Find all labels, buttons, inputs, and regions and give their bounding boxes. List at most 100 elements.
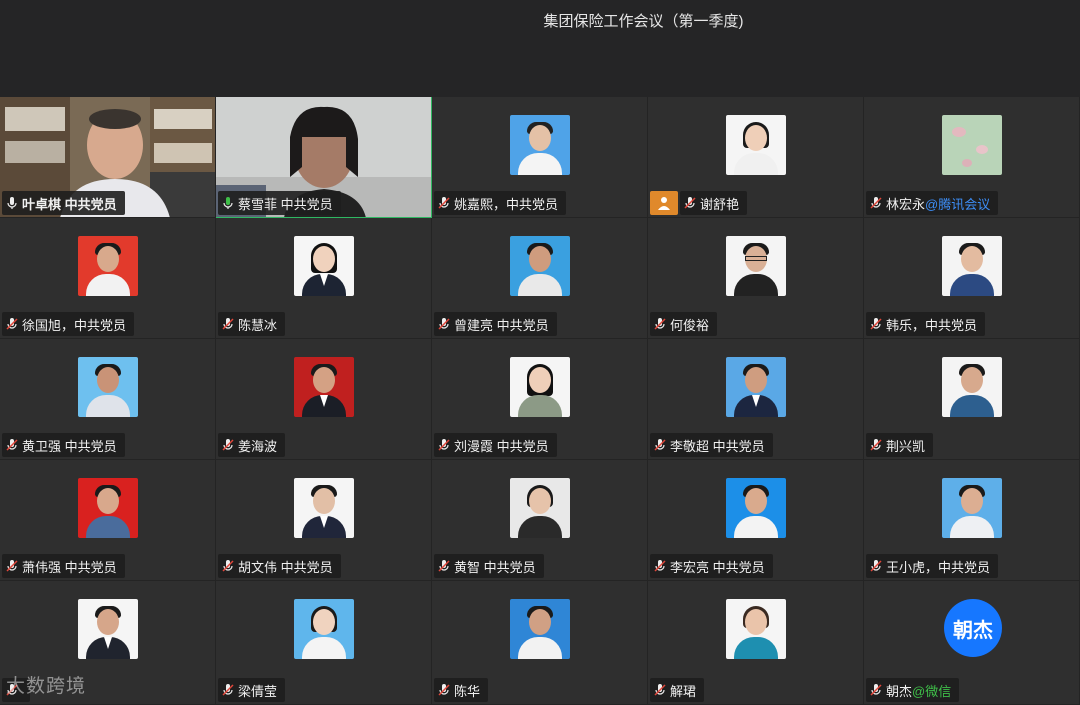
participant-tile[interactable]: 韩乐，中共党员	[864, 218, 1080, 339]
participant-name-tag: 林宏永 @腾讯会议	[866, 191, 999, 215]
avatar	[294, 478, 354, 538]
participant-name-tag: 刘漫霞 中共党员	[434, 433, 557, 457]
participant-name-tag: 韩乐，中共党员	[866, 312, 986, 336]
avatar-initials: 朝杰	[944, 599, 1002, 657]
participant-tile[interactable]: 谢舒艳	[648, 97, 864, 218]
participant-name: 黄卫强 中共党员	[22, 438, 117, 454]
participant-name: 李敬超 中共党员	[670, 438, 765, 454]
participant-name-tag: 陈慧冰	[218, 312, 286, 336]
participant-tile-speaking[interactable]: 蔡雪菲 中共党员	[216, 97, 432, 218]
mic-muted-icon[interactable]	[5, 559, 19, 573]
avatar	[510, 357, 570, 417]
participant-name: 解珺	[670, 683, 697, 699]
mic-muted-icon[interactable]	[437, 317, 451, 331]
participant-name: 萧伟强 中共党员	[22, 559, 117, 575]
avatar	[510, 599, 570, 659]
avatar	[726, 357, 786, 417]
mic-muted-icon[interactable]	[653, 559, 667, 573]
participant-name-tag: 萧伟强 中共党员	[2, 554, 125, 578]
participant-tile[interactable]: 何俊裕	[648, 218, 864, 339]
participant-tile[interactable]: 徐国旭，中共党员	[0, 218, 216, 339]
mic-muted-icon[interactable]	[869, 196, 883, 210]
participant-name: 梁倩莹	[238, 683, 278, 699]
participant-tile[interactable]: 李敬超 中共党员	[648, 339, 864, 460]
participant-tile[interactable]: 解珺	[648, 581, 864, 705]
participant-tile[interactable]: 大数跨境	[0, 581, 216, 705]
participant-name: 刘漫霞 中共党员	[454, 438, 549, 454]
mic-muted-icon[interactable]	[683, 196, 697, 210]
participant-name-tag: 何俊裕	[650, 312, 718, 336]
participant-tile[interactable]: 陈华	[432, 581, 648, 705]
mic-muted-icon[interactable]	[869, 317, 883, 331]
participant-name: 姜海波	[238, 438, 278, 454]
participant-name: 李宏亮 中共党员	[670, 559, 765, 575]
participant-name-tag: 陈华	[434, 678, 489, 702]
microphone-icon[interactable]	[5, 196, 19, 210]
mic-muted-icon[interactable]	[221, 317, 235, 331]
meeting-title-bar: 集团保险工作会议（第一季度)	[0, 0, 1080, 97]
mic-muted-icon[interactable]	[869, 438, 883, 452]
participant-name-tag: 解珺	[650, 678, 705, 702]
avatar	[942, 357, 1002, 417]
participant-name-tag: 谢舒艳	[680, 191, 748, 215]
avatar	[510, 115, 570, 175]
mic-muted-icon[interactable]	[5, 683, 19, 697]
meeting-title: 集团保险工作会议（第一季度)	[543, 13, 744, 30]
participant-tile[interactable]: 叶卓棋 中共党员	[0, 97, 216, 218]
participant-tile[interactable]: 黄卫强 中共党员	[0, 339, 216, 460]
participant-tile[interactable]: 王小虎，中共党员	[864, 460, 1080, 581]
participant-tile[interactable]: 李宏亮 中共党员	[648, 460, 864, 581]
participant-name-tag: 王小虎，中共党员	[866, 554, 999, 578]
mic-muted-icon[interactable]	[653, 438, 667, 452]
mic-muted-icon[interactable]	[221, 683, 235, 697]
participant-name: 荆兴凯	[886, 438, 926, 454]
participant-tile[interactable]: 陈慧冰	[216, 218, 432, 339]
mic-muted-icon[interactable]	[437, 196, 451, 210]
participant-name: 何俊裕	[670, 317, 710, 333]
mic-muted-icon[interactable]	[653, 683, 667, 697]
participant-tile[interactable]: 姚嘉熙，中共党员	[432, 97, 648, 218]
participant-name-tag: 黄智 中共党员	[434, 554, 544, 578]
mic-muted-icon[interactable]	[437, 438, 451, 452]
avatar	[78, 478, 138, 538]
mic-muted-icon[interactable]	[221, 438, 235, 452]
participant-tile[interactable]: 胡文伟 中共党员	[216, 460, 432, 581]
participant-name-tag: 荆兴凯	[866, 433, 934, 457]
mic-muted-icon[interactable]	[5, 438, 19, 452]
avatar	[942, 236, 1002, 296]
participant-name-tag: 黄卫强 中共党员	[2, 433, 125, 457]
mic-muted-icon[interactable]	[653, 317, 667, 331]
participant-name-tag: 姚嘉熙，中共党员	[434, 191, 567, 215]
mic-muted-icon[interactable]	[437, 683, 451, 697]
avatar	[510, 478, 570, 538]
mic-muted-icon[interactable]	[869, 559, 883, 573]
participant-tile[interactable]: 黄智 中共党员	[432, 460, 648, 581]
participant-tile[interactable]: 萧伟强 中共党员	[0, 460, 216, 581]
participant-name-tag: 曾建亮 中共党员	[434, 312, 557, 336]
participant-source: @腾讯会议	[925, 196, 991, 212]
participant-tile[interactable]: 荆兴凯	[864, 339, 1080, 460]
avatar	[726, 478, 786, 538]
avatar	[78, 236, 138, 296]
participant-tile[interactable]: 梁倩莹	[216, 581, 432, 705]
avatar	[78, 599, 138, 659]
mic-muted-icon[interactable]	[221, 559, 235, 573]
avatar	[726, 115, 786, 175]
avatar	[510, 236, 570, 296]
mic-muted-icon[interactable]	[5, 317, 19, 331]
avatar	[726, 236, 786, 296]
participant-tile[interactable]: 姜海波	[216, 339, 432, 460]
microphone-icon[interactable]	[221, 196, 235, 210]
participant-name: 王小虎，中共党员	[886, 559, 991, 575]
mic-muted-icon[interactable]	[869, 683, 883, 697]
mic-muted-icon[interactable]	[437, 559, 451, 573]
participant-tile[interactable]: 林宏永 @腾讯会议	[864, 97, 1080, 218]
participant-tile[interactable]: 刘漫霞 中共党员	[432, 339, 648, 460]
participant-name-tag: 李敬超 中共党员	[650, 433, 773, 457]
participant-name: 蔡雪菲 中共党员	[238, 196, 333, 212]
participant-tile[interactable]: 朝杰 朝杰 @微信	[864, 581, 1080, 705]
avatar	[726, 599, 786, 659]
participant-tile[interactable]: 曾建亮 中共党员	[432, 218, 648, 339]
participant-name: 陈华	[454, 683, 481, 699]
avatar	[78, 357, 138, 417]
